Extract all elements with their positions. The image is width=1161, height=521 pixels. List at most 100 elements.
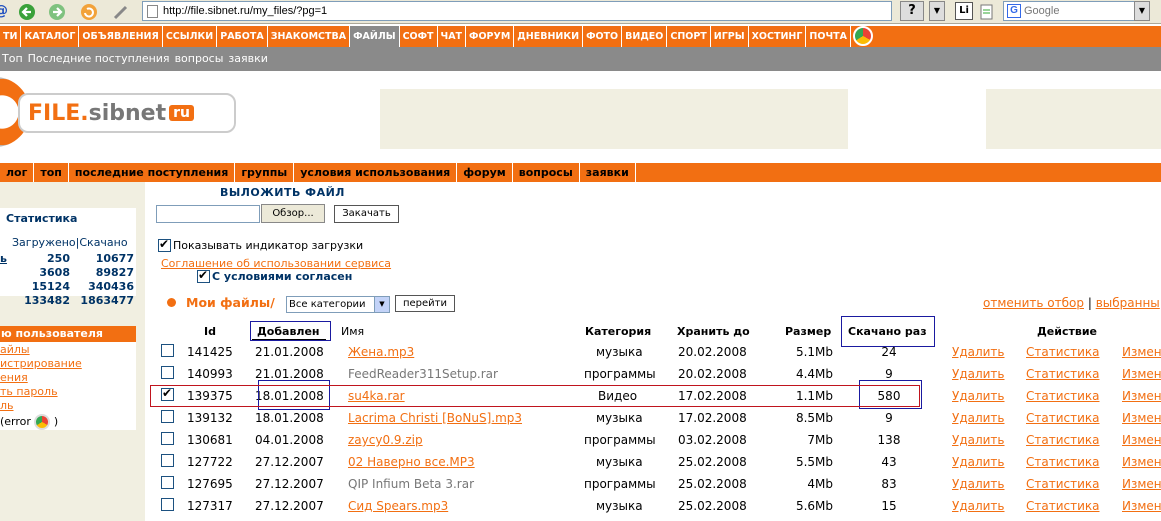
section-nav-item[interactable]: топ — [34, 163, 69, 182]
delete-link[interactable]: Удалить — [952, 455, 1005, 469]
row-checkbox[interactable] — [161, 386, 174, 401]
stats-row-link[interactable]: ь — [0, 252, 7, 265]
logo-text[interactable]: FILE.sibnet ru — [28, 101, 194, 126]
top-nav-item[interactable]: ТИ — [0, 26, 22, 47]
cell-file-name[interactable]: QIP Infium Beta 3.rar — [348, 477, 474, 491]
edit-link[interactable]: Измен — [1122, 499, 1161, 513]
statistics-link[interactable]: Статистика — [1026, 345, 1100, 359]
top-nav-item[interactable]: ХОСТИНГ — [749, 26, 807, 47]
edit-link[interactable]: Измен — [1122, 389, 1161, 403]
cell-file-name[interactable]: zaycy0.9.zip — [348, 433, 423, 447]
statistics-link[interactable]: Статистика — [1026, 367, 1100, 381]
row-checkbox[interactable] — [161, 498, 174, 511]
chevron-down-icon[interactable]: ▼ — [374, 297, 389, 312]
category-select[interactable]: Все категории ▼ — [286, 296, 390, 313]
globe-icon[interactable] — [852, 26, 873, 46]
section-nav-item[interactable]: последние поступления — [69, 163, 236, 182]
delete-link[interactable]: Удалить — [952, 499, 1005, 513]
top-nav-item[interactable]: ЗНАКОМСТВА — [268, 26, 351, 47]
google-search-input[interactable]: G Google — [1003, 1, 1138, 21]
edit-pen-icon[interactable] — [112, 3, 130, 21]
top-nav-item[interactable]: ИГРЫ — [711, 26, 749, 47]
browse-button[interactable]: Обзор... — [261, 204, 325, 223]
at-icon[interactable]: @ — [0, 3, 12, 21]
top-nav-item[interactable]: ССЫЛКИ — [163, 26, 218, 47]
agree-checkbox[interactable] — [197, 268, 210, 283]
forward-icon[interactable] — [48, 3, 66, 21]
section-nav-item[interactable]: форум — [457, 163, 513, 182]
top-nav-item[interactable]: СПОРТ — [667, 26, 711, 47]
row-checkbox[interactable] — [161, 366, 174, 379]
statistics-link[interactable]: Статистика — [1026, 455, 1100, 469]
statistics-link[interactable]: Статистика — [1026, 411, 1100, 425]
sub-nav-item[interactable]: заявки — [228, 52, 267, 65]
statistics-link[interactable]: Статистика — [1026, 499, 1100, 513]
delete-link[interactable]: Удалить — [952, 389, 1005, 403]
address-bar[interactable]: http://file.sibnet.ru/my_files/?pg=1 — [142, 1, 892, 21]
cell-file-name[interactable]: Жена.mp3 — [348, 345, 414, 359]
user-menu-link[interactable]: айлы — [0, 343, 30, 356]
user-menu-link[interactable]: ль — [0, 399, 14, 412]
top-nav-item[interactable]: ПОЧТА — [806, 26, 851, 47]
user-menu-link[interactable]: ть пароль — [0, 385, 58, 398]
row-checkbox[interactable] — [161, 454, 174, 467]
li-button[interactable]: Li — [955, 2, 973, 20]
top-nav-item[interactable]: ФОРУМ — [466, 26, 515, 47]
col-header-added[interactable]: Добавлен — [257, 325, 320, 338]
section-nav-item[interactable]: группы — [235, 163, 295, 182]
delete-link[interactable]: Удалить — [952, 345, 1005, 359]
delete-link[interactable]: Удалить — [952, 411, 1005, 425]
section-nav-item[interactable]: лог — [0, 163, 35, 182]
section-nav-item[interactable]: заявки — [580, 163, 636, 182]
top-nav-item[interactable]: ЧАТ — [438, 26, 467, 47]
section-nav-item[interactable]: вопросы — [513, 163, 580, 182]
edit-link[interactable]: Измен — [1122, 455, 1161, 469]
row-checkbox[interactable] — [161, 432, 174, 445]
top-nav-item[interactable]: КАТАЛОГ — [21, 26, 80, 47]
delete-link[interactable]: Удалить — [952, 367, 1005, 381]
bookmark-icon[interactable] — [978, 3, 996, 21]
cell-file-name[interactable]: FeedReader311Setup.rar — [348, 367, 498, 381]
top-nav-item[interactable]: ОБЪЯВЛЕНИЯ — [79, 26, 163, 47]
top-nav-item[interactable]: СОФТ — [400, 26, 438, 47]
sub-nav-item[interactable]: Последние поступления — [28, 52, 170, 65]
banner-ad[interactable] — [380, 89, 848, 149]
search-dropdown-icon[interactable]: ▼ — [1134, 1, 1150, 21]
top-nav-item[interactable]: ФАЙЛЫ — [350, 26, 400, 47]
top-nav-item[interactable]: ФОТО — [583, 26, 623, 47]
edit-link[interactable]: Измен — [1122, 433, 1161, 447]
edit-link[interactable]: Измен — [1122, 477, 1161, 491]
section-nav-item[interactable]: условия использования — [294, 163, 458, 182]
user-menu-link[interactable]: истрирование — [0, 357, 82, 370]
top-nav-item[interactable]: ВИДЕО — [622, 26, 668, 47]
terms-link[interactable]: Соглашение об использовании сервиса — [161, 257, 391, 270]
cell-file-name[interactable]: Lacrima Christi [BoNuS].mp3 — [348, 411, 522, 425]
statistics-link[interactable]: Статистика — [1026, 433, 1100, 447]
edit-link[interactable]: Измен — [1122, 367, 1161, 381]
back-icon[interactable] — [18, 3, 36, 21]
help-button[interactable]: ? — [900, 1, 924, 21]
refresh-icon[interactable] — [80, 3, 98, 21]
cell-file-name[interactable]: su4ka.rar — [348, 389, 405, 403]
user-menu-link[interactable]: ения — [0, 371, 28, 384]
statistics-link[interactable]: Статистика — [1026, 477, 1100, 491]
banner-ad-2[interactable] — [986, 89, 1161, 149]
delete-link[interactable]: Удалить — [952, 477, 1005, 491]
top-nav-item[interactable]: РАБОТА — [217, 26, 268, 47]
row-checkbox[interactable] — [161, 476, 174, 489]
file-path-input[interactable] — [156, 205, 260, 223]
row-checkbox[interactable] — [161, 410, 174, 423]
show-progress-checkbox[interactable] — [158, 237, 171, 252]
statistics-link[interactable]: Статистика — [1026, 389, 1100, 403]
go-button[interactable]: перейти — [395, 295, 455, 312]
cell-file-name[interactable]: 02 Наверно все.MP3 — [348, 455, 475, 469]
edit-link[interactable]: Измен — [1122, 411, 1161, 425]
top-nav-item[interactable]: ДНЕВНИКИ — [514, 26, 584, 47]
sub-nav-item[interactable]: Топ — [2, 52, 23, 65]
cancel-selection-link[interactable]: отменить отбор — [983, 296, 1084, 310]
edit-link[interactable]: Измен — [1122, 345, 1161, 359]
help-dropdown-icon[interactable]: ▼ — [929, 1, 945, 21]
upload-button[interactable]: Закачать — [334, 205, 399, 223]
delete-link[interactable]: Удалить — [952, 433, 1005, 447]
sub-nav-item[interactable]: вопросы — [175, 52, 224, 65]
